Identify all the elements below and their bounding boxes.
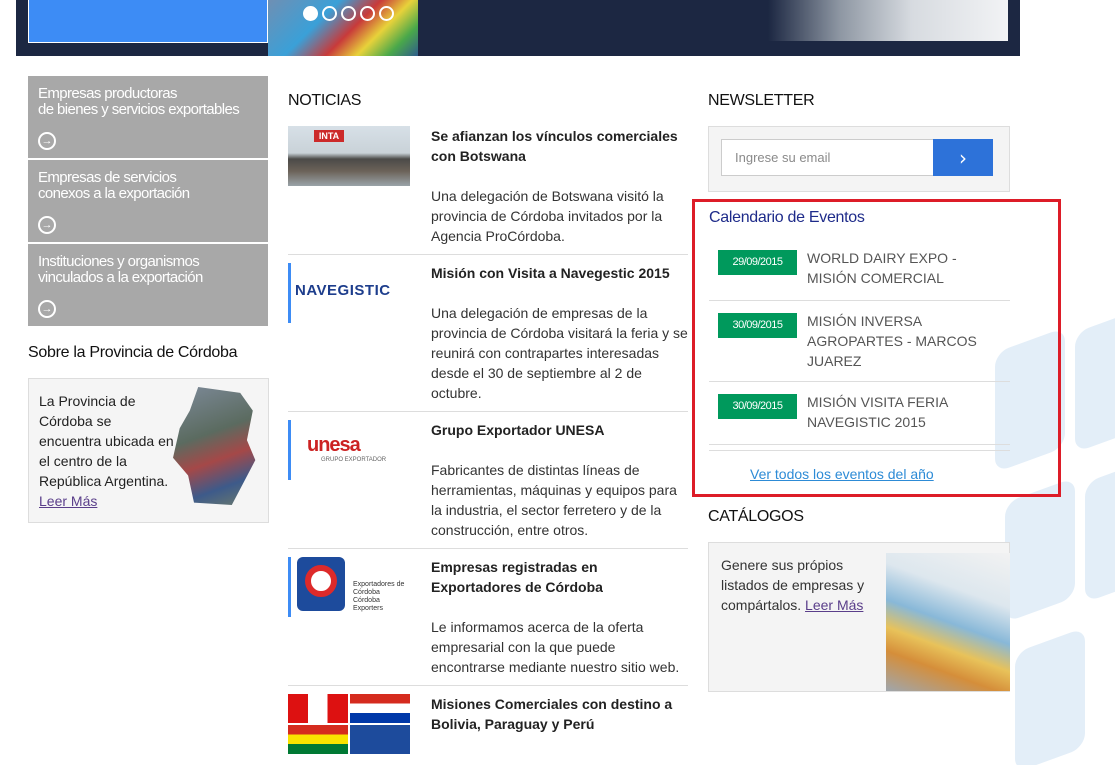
sobre-text: La Provincia de Córdoba se encuentra ubi…	[39, 391, 174, 511]
news-image-sign: INTA	[314, 130, 344, 142]
newsletter-title: NEWSLETTER	[708, 92, 815, 109]
calendar-event[interactable]: 29/09/2015 WORLD DAIRY EXPO - MISIÓN COM…	[709, 238, 1010, 301]
exportadores-logo-line: Córdoba	[353, 589, 380, 596]
exportadores-logo[interactable]: Exportadores de Córdoba Córdoba Exporter…	[288, 557, 410, 617]
unesa-logo[interactable]: unesa GRUPO EXPORTADOR	[288, 420, 410, 480]
binder-image	[886, 553, 1010, 691]
catalogos-title: CATÁLOGOS	[708, 508, 804, 525]
banner-slide-panel[interactable]	[28, 0, 268, 43]
slider-dot-3[interactable]	[341, 6, 356, 21]
news-headline[interactable]: Misión con Visita a Navegestic 2015	[431, 263, 688, 283]
menu-item-label: de bienes y servicios exportables	[38, 101, 240, 118]
news-item: INTA Se afianzan los vínculos comerciale…	[288, 118, 688, 255]
left-menu: Empresas productoras de bienes y servici…	[28, 76, 268, 328]
menu-item-label: Instituciones y organismos	[38, 253, 200, 270]
news-item: unesa GRUPO EXPORTADOR Grupo Exportador …	[288, 412, 688, 549]
banner-machine-image	[768, 0, 1008, 41]
sobre-description: La Provincia de Córdoba se encuentra ubi…	[39, 393, 174, 489]
menu-item-label: conexos a la exportación	[38, 185, 190, 202]
slider-dot-4[interactable]	[360, 6, 375, 21]
arrow-right-circle-icon[interactable]: →	[38, 132, 56, 150]
menu-item-productoras[interactable]: Empresas productoras de bienes y servici…	[28, 76, 268, 160]
news-title: NOTICIAS	[288, 92, 362, 109]
news-item: NAVEGISTIC Misión con Visita a Navegesti…	[288, 255, 688, 412]
news-headline[interactable]: Misiones Comerciales con destino a Boliv…	[431, 694, 688, 734]
slider-dot-2[interactable]	[322, 6, 337, 21]
news-body: Una delegación de empresas de la provinc…	[431, 305, 688, 401]
newsletter-submit-button[interactable]: ›	[933, 139, 993, 176]
event-date-badge: 30/09/2015	[718, 394, 797, 419]
event-title[interactable]: MISIÓN VISITA FERIA NAVEGISTIC 2015	[807, 392, 1010, 434]
unesa-logo-subtext: GRUPO EXPORTADOR	[321, 457, 387, 463]
news-item: Misiones Comerciales con destino a Boliv…	[288, 686, 688, 754]
calendar-event[interactable]: 30/09/2015 MISIÓN INVERSA AGROPARTES - M…	[709, 301, 1010, 382]
news-body: Una delegación de Botswana visitó la pro…	[431, 188, 664, 244]
event-title[interactable]: MISIÓN INVERSA AGROPARTES - MARCOS JUARE…	[807, 311, 1010, 371]
menu-item-label: Empresas productoras	[38, 85, 178, 102]
navegistic-logo[interactable]: NAVEGISTIC	[288, 263, 410, 323]
news-headline[interactable]: Grupo Exportador UNESA	[431, 420, 688, 440]
menu-item-servicios[interactable]: Empresas de servicios conexos a la expor…	[28, 160, 268, 244]
slider-dot-1[interactable]	[303, 6, 318, 21]
news-body: Le informamos acerca de la oferta empres…	[431, 619, 680, 675]
news-image[interactable]: INTA	[288, 126, 410, 186]
cordoba-map-image	[173, 387, 256, 505]
paraguay-flag-icon	[350, 694, 410, 723]
exportadores-logo-ring	[305, 565, 337, 597]
news-column: NOTICIAS INTA Se afianzan los vínculos c…	[288, 92, 688, 754]
catalogos-read-more-link[interactable]: Leer Más	[805, 597, 863, 613]
catalogos-box: Genere sus própios listados de empresas …	[708, 542, 1010, 692]
arrow-right-circle-icon[interactable]: →	[38, 216, 56, 234]
menu-item-instituciones[interactable]: Instituciones y organismos vinculados a …	[28, 244, 268, 328]
bolivia-flag-icon	[288, 725, 348, 754]
calendar-title: Calendario de Eventos	[709, 209, 865, 226]
event-title[interactable]: WORLD DAIRY EXPO - MISIÓN COMERCIAL	[807, 248, 1010, 290]
calendar-list: 29/09/2015 WORLD DAIRY EXPO - MISIÓN COM…	[709, 238, 1010, 451]
sobre-title: Sobre la Provincia de Córdoba	[28, 344, 238, 361]
flags-image[interactable]	[288, 694, 410, 754]
calendar-event[interactable]: 30/09/2015 MISIÓN VISITA FERIA NAVEGISTI…	[709, 382, 1010, 445]
event-date-badge: 29/09/2015	[718, 250, 797, 275]
slider-dots	[303, 6, 394, 21]
hero-banner	[16, 0, 1020, 56]
news-body: Fabricantes de distintas líneas de herra…	[431, 462, 677, 538]
news-headline[interactable]: Se afianzan los vínculos comerciales con…	[431, 126, 688, 166]
event-date-badge: 30/09/2015	[718, 313, 797, 338]
menu-item-label: vinculados a la exportación	[38, 269, 203, 286]
calendar-box: Calendario de Eventos 29/09/2015 WORLD D…	[692, 199, 1061, 497]
exportadores-logo-line: Córdoba Exporters	[353, 597, 383, 612]
exportadores-flag-icon	[350, 725, 410, 754]
arrow-right-circle-icon[interactable]: →	[38, 300, 56, 318]
unesa-logo-text: unesa	[307, 434, 361, 456]
catalogos-text: Genere sus própios listados de empresas …	[721, 555, 876, 615]
calendar-divider	[709, 445, 1010, 451]
menu-item-label: Empresas de servicios	[38, 169, 177, 186]
exportadores-logo-line: Exportadores de	[353, 581, 405, 588]
newsletter-email-input[interactable]	[721, 139, 934, 176]
sobre-read-more-link[interactable]: Leer Más	[39, 493, 97, 509]
peru-flag-icon	[288, 694, 348, 723]
sobre-box: La Provincia de Córdoba se encuentra ubi…	[28, 378, 269, 523]
news-headline[interactable]: Empresas registradas en Exportadores de …	[431, 557, 688, 597]
news-item: Exportadores de Córdoba Córdoba Exporter…	[288, 549, 688, 686]
navegistic-logo-text: NAVEGISTIC	[295, 282, 391, 299]
all-events-link[interactable]: Ver todos los eventos del año	[750, 466, 934, 482]
slider-dot-5[interactable]	[379, 6, 394, 21]
newsletter-box: ›	[708, 126, 1010, 192]
